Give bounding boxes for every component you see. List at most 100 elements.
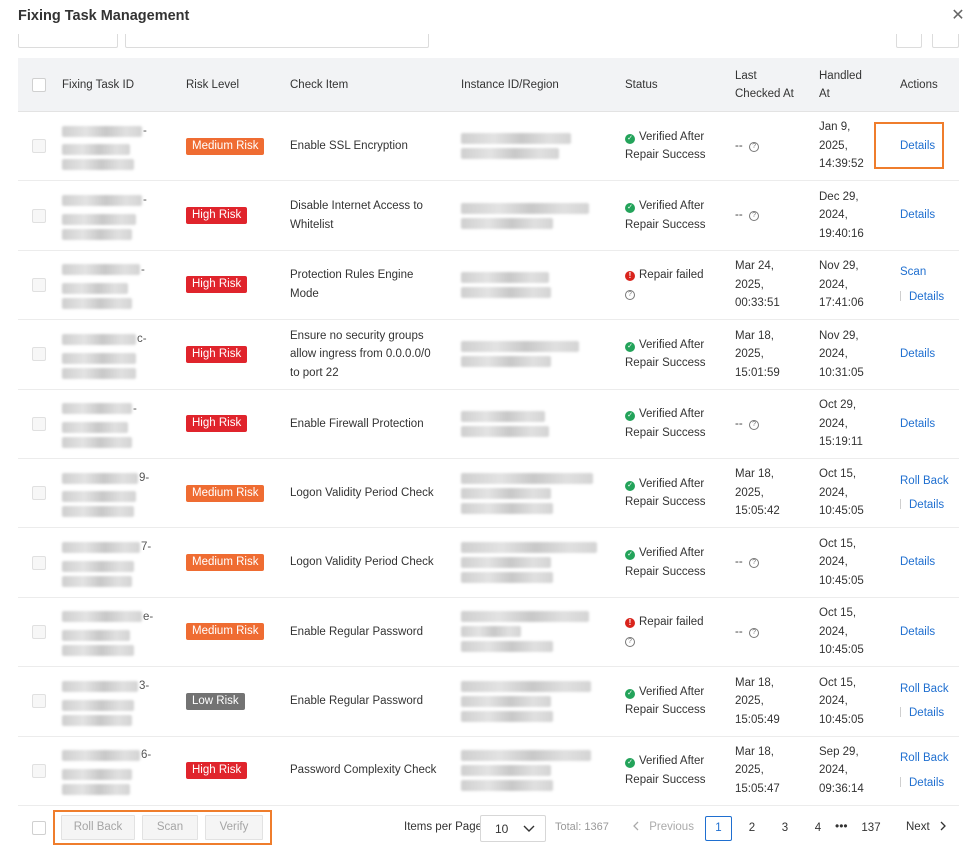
- question-circle-icon[interactable]: ?: [749, 141, 760, 152]
- details-link[interactable]: Details: [900, 623, 935, 642]
- handled-at-cell: Oct 29, 2024, 15:19:11: [819, 390, 877, 458]
- row-checkbox[interactable]: [32, 112, 46, 180]
- page-size-select[interactable]: 10: [480, 815, 546, 842]
- check-item-text: Disable Internet Access to Whitelist: [290, 200, 423, 231]
- details-link[interactable]: Details: [900, 553, 935, 572]
- row-checkbox[interactable]: [32, 667, 46, 735]
- column-header-status[interactable]: Status: [625, 58, 658, 112]
- actions-cell: Scan Details: [900, 251, 956, 319]
- column-header-handled-at[interactable]: Handled At: [819, 58, 874, 112]
- toolbar-search-remnant[interactable]: [125, 34, 429, 48]
- last-checked-cell: Mar 18, 2025, 15:05:42: [735, 459, 797, 527]
- roll-back-link[interactable]: Roll Back: [900, 472, 949, 491]
- row-checkbox[interactable]: [32, 459, 46, 527]
- table-row: - Medium Risk Enable SSL Encryption ✓ Verifi…: [18, 112, 959, 182]
- column-header-risk-level[interactable]: Risk Level: [186, 58, 239, 112]
- question-circle-icon[interactable]: ?: [625, 636, 635, 647]
- details-link[interactable]: Details: [900, 288, 944, 307]
- task-id-cell: e-: [62, 598, 162, 666]
- table-body: - Medium Risk Enable SSL Encryption ✓ Verifi…: [18, 112, 959, 806]
- roll-back-link[interactable]: Roll Back: [900, 680, 949, 699]
- details-link[interactable]: Details: [900, 415, 935, 434]
- check-item-text: Enable Regular Password: [290, 625, 423, 638]
- question-circle-icon[interactable]: ?: [749, 211, 760, 222]
- question-circle-icon[interactable]: ?: [749, 558, 760, 569]
- risk-level-cell: Medium Risk: [186, 112, 265, 180]
- last-checked-value: Mar 18, 2025, 15:05:47: [735, 745, 780, 795]
- pagination-ellipsis[interactable]: •••: [835, 819, 848, 833]
- check-item-cell: Enable SSL Encryption: [290, 112, 440, 180]
- last-checked-value: Mar 18, 2025, 15:01:59: [735, 329, 780, 379]
- page-2-button[interactable]: 2: [742, 816, 762, 841]
- toolbar-button-remnant[interactable]: [932, 34, 959, 48]
- handled-at-cell: Nov 29, 2024, 17:41:06: [819, 251, 877, 319]
- question-circle-icon[interactable]: ?: [625, 289, 635, 300]
- details-link[interactable]: Details: [900, 345, 935, 364]
- risk-level-cell: High Risk: [186, 737, 248, 805]
- select-all-checkbox[interactable]: [32, 58, 46, 112]
- next-page-button[interactable]: Next: [906, 821, 947, 833]
- check-item-text: Password Complexity Check: [290, 764, 437, 777]
- row-checkbox[interactable]: [32, 320, 46, 388]
- check-item-cell: Disable Internet Access to Whitelist: [290, 181, 440, 249]
- actions-cell: Details: [900, 181, 956, 249]
- status-cell: ✓ Verified After Repair Success: [625, 112, 717, 180]
- last-checked-cell: -- ?: [735, 390, 797, 458]
- close-icon[interactable]: ✕: [951, 8, 965, 24]
- bulk-rollback-button[interactable]: Roll Back: [61, 815, 135, 840]
- question-circle-icon[interactable]: ?: [749, 627, 760, 638]
- details-link[interactable]: Details: [900, 496, 949, 515]
- row-checkbox[interactable]: [32, 251, 46, 319]
- task-id-cell: c-: [62, 320, 162, 388]
- column-header-last-checked[interactable]: Last Checked At: [735, 58, 805, 112]
- details-link[interactable]: Details: [900, 206, 935, 225]
- fixing-task-table: Fixing Task ID Risk Level Check Item Ins…: [18, 58, 959, 806]
- roll-back-link[interactable]: Roll Back: [900, 749, 949, 768]
- handled-at-cell: Oct 15, 2024, 10:45:05: [819, 667, 877, 735]
- page-3-button[interactable]: 3: [775, 816, 795, 841]
- status-text: Repair failed: [639, 269, 704, 282]
- scan-link[interactable]: Scan: [900, 263, 944, 282]
- toolbar-filter-remnant[interactable]: [18, 34, 118, 48]
- last-checked-cell: Mar 24, 2025, 00:33:51: [735, 251, 797, 319]
- row-checkbox[interactable]: [32, 598, 46, 666]
- details-link[interactable]: Details: [900, 704, 949, 723]
- status-text: Verified After Repair Success: [625, 338, 706, 370]
- risk-badge: Medium Risk: [186, 554, 265, 572]
- check-item-text: Enable Firewall Protection: [290, 417, 424, 430]
- status-text: Verified After Repair Success: [625, 408, 706, 439]
- chevron-right-icon: [933, 821, 947, 833]
- page-4-button[interactable]: 4: [808, 816, 828, 841]
- status-cell: ! Repair failed?: [625, 598, 717, 666]
- column-header-check-item[interactable]: Check Item: [290, 58, 348, 112]
- question-circle-icon[interactable]: ?: [749, 419, 760, 430]
- column-header-instance[interactable]: Instance ID/Region: [461, 58, 559, 112]
- toolbar-button-remnant[interactable]: [896, 34, 922, 48]
- previous-page-button[interactable]: Previous: [632, 821, 694, 833]
- details-link[interactable]: Details: [900, 774, 949, 793]
- page-1-button[interactable]: 1: [705, 816, 732, 841]
- bulk-verify-button[interactable]: Verify: [205, 815, 263, 840]
- dialog-header: Fixing Task Management ✕: [0, 0, 971, 34]
- row-checkbox[interactable]: [32, 181, 46, 249]
- row-checkbox[interactable]: [32, 528, 46, 596]
- handled-at-cell: Oct 15, 2024, 10:45:05: [819, 459, 877, 527]
- risk-level-cell: Medium Risk: [186, 528, 265, 596]
- details-link[interactable]: Details: [900, 137, 935, 156]
- row-checkbox[interactable]: [32, 390, 46, 458]
- table-row: - High Risk Enable Firewall Protection ✓ Ver…: [18, 390, 959, 459]
- task-id-cell: -: [62, 251, 162, 319]
- row-checkbox[interactable]: [32, 737, 46, 805]
- column-header-task-id[interactable]: Fixing Task ID: [62, 58, 134, 112]
- handled-at-cell: Dec 29, 2024, 19:40:16: [819, 181, 877, 249]
- footer-select-all-checkbox[interactable]: [32, 821, 46, 835]
- task-id-cell: 3-: [62, 667, 162, 735]
- risk-badge: High Risk: [186, 762, 248, 780]
- risk-badge: Low Risk: [186, 692, 245, 710]
- task-id-cell: -: [62, 112, 162, 180]
- risk-badge: High Risk: [186, 207, 248, 225]
- page-last-button[interactable]: 137: [858, 816, 884, 841]
- task-id-suffix: 6-: [141, 749, 152, 762]
- bulk-scan-button[interactable]: Scan: [142, 815, 198, 840]
- check-item-cell: Enable Regular Password: [290, 598, 440, 666]
